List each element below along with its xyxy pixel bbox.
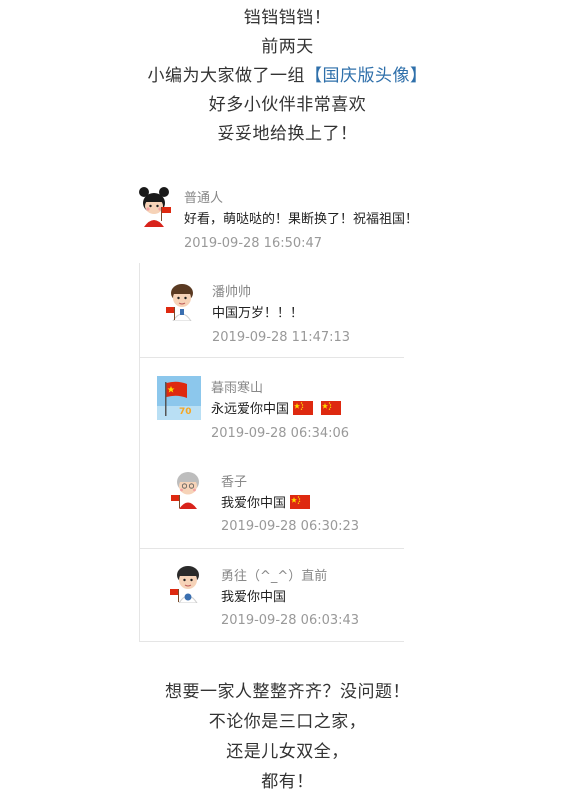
outro-line-3: 还是儿女双全， [226,742,349,762]
comment-author: 潘帅帅 [212,285,252,300]
outro-text-block: 想要一家人整整齐齐？没问题！ 不论你是三口之家， 还是儿女双全， 都有！ [0,677,575,797]
intro-highlight: 【国庆版头像】 [305,66,428,86]
intro-text-block: 铛铛铛铛！ 前两天 小编为大家做了一组【国庆版头像】 好多小伙伴非常喜欢 妥妥地… [0,4,575,149]
grandma-avatar-icon [166,465,210,509]
comment-item: 普通人 好看，萌哒哒的！果断换了！祝福祖国！ 2019-09-28 16:50:… [0,175,575,265]
comment-text: 中国万岁！！！ [212,306,304,321]
intro-line-3-prefix: 小编为大家做了一组 [147,66,305,86]
reply-divider [139,641,404,642]
intro-line-5: 妥妥地给换上了！ [217,124,358,144]
boy-avatar-icon [160,277,204,321]
boy-glasses-avatar-icon [166,559,210,603]
comment-item: 勇往（^_^）直前 我爱你中国 2019-09-28 06:03:43 [0,549,575,641]
comment-text: 好看，萌哒哒的！果断换了！祝福祖国！ [184,212,419,227]
comment-timestamp: 2019-09-28 06:34:06 [211,426,350,441]
svg-text:70: 70 [179,407,192,417]
china-flag-emoji-icon [293,401,314,419]
comment-timestamp: 2019-09-28 16:50:47 [184,236,323,251]
outro-line-4: 都有！ [261,772,314,792]
comment-timestamp: 2019-09-28 06:30:23 [221,519,360,534]
comment-author: 普通人 [184,191,224,206]
flag-70-avatar-icon: 70 [157,376,201,420]
outro-line-2: 不论你是三口之家， [208,712,367,732]
comment-item: 潘帅帅 中国万岁！！！ 2019-09-28 11:47:13 [0,267,575,357]
intro-line-2: 前两天 [261,37,314,57]
comment-text: 我爱你中国 [221,590,287,605]
comment-text-content: 我爱你中国 [221,496,287,511]
comment-timestamp: 2019-09-28 11:47:13 [212,330,351,345]
girl-avatar-icon [132,183,176,227]
intro-line-1: 铛铛铛铛！ [243,8,332,28]
reply-divider [139,357,404,358]
comment-text: 永远爱你中国 [211,398,342,419]
comment-author: 勇往（^_^）直前 [221,569,328,584]
china-flag-emoji-icon [321,401,342,419]
china-flag-emoji-icon [290,495,311,513]
intro-line-3: 小编为大家做了一组【国庆版头像】 [0,62,575,91]
intro-line-4: 好多小伙伴非常喜欢 [208,95,367,115]
comment-text-content: 永远爱你中国 [211,402,290,417]
comment-item: 香子 我爱你中国 2019-09-28 06:30:23 [0,455,575,545]
outro-line-1: 想要一家人整整齐齐？没问题！ [165,682,410,702]
comment-text: 我爱你中国 [221,492,311,513]
comment-timestamp: 2019-09-28 06:03:43 [221,613,360,628]
comment-item: 70 暮雨寒山 永远爱你中国 2019-09-28 06:34:06 [0,363,575,453]
comment-author: 暮雨寒山 [211,381,264,396]
comment-author: 香子 [221,475,248,490]
